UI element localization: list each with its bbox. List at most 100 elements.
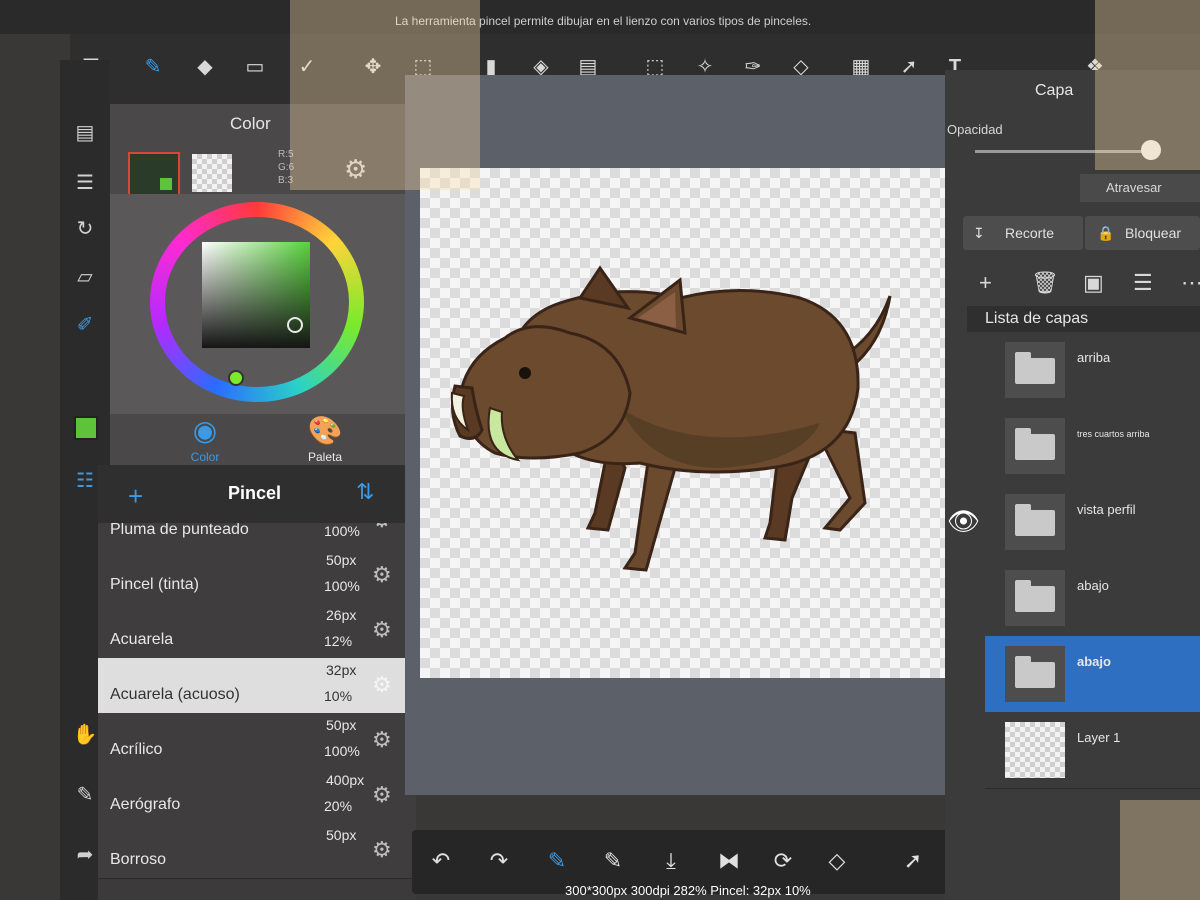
brush-opacity: 12% (324, 633, 353, 649)
list-icon[interactable]: ☷ (72, 468, 98, 494)
eyedropper-icon[interactable]: ✎ (598, 846, 628, 876)
layer-row[interactable]: arriba (985, 332, 1200, 409)
layer-name: abajo (1077, 654, 1111, 669)
add-layer-icon[interactable]: + (979, 270, 992, 296)
layer-thumbnail (1005, 418, 1065, 474)
layer-row-selected[interactable]: abajo (985, 636, 1200, 713)
brush-icon[interactable]: ✎ (140, 54, 166, 80)
brush-item[interactable]: 50px Pincel (tinta) 100% ⚙ (98, 548, 416, 604)
add-brush-icon[interactable]: + (128, 481, 143, 512)
rectangle-icon[interactable]: ▭ (242, 54, 268, 80)
eye-icon[interactable]: 👁 (947, 506, 980, 537)
gear-icon[interactable]: ⚙ (372, 837, 392, 863)
flip-icon[interactable]: ⧓ (714, 846, 744, 876)
layer-name: vista perfil (1077, 502, 1136, 517)
brush-opacity: 100% (324, 743, 360, 759)
layer-thumbnail (1005, 570, 1065, 626)
clipping-button[interactable]: ↧ Recorte (963, 216, 1083, 250)
brush-opacity: 100% (324, 578, 360, 594)
layer-copy-icon[interactable]: ▣ (1083, 270, 1104, 296)
blend-mode-select[interactable]: Atravesar (1080, 174, 1200, 202)
more-icon[interactable]: ⋯ (1181, 270, 1200, 296)
brush-opacity: 20% (324, 798, 353, 814)
undo-icon[interactable]: ↶ (426, 846, 456, 876)
drawing-canvas[interactable] (420, 168, 960, 678)
layer-thumbnail (1005, 494, 1065, 550)
color-swatch-icon[interactable] (74, 416, 98, 440)
layer-name: arriba (1077, 350, 1111, 365)
layer-panel-title: Capa (1035, 82, 1074, 99)
save-icon[interactable]: ⤓ (656, 846, 686, 876)
brush-name: Borroso (110, 851, 167, 868)
status-text: 300*300px 300dpi 282% Pincel: 32px 10% (565, 883, 811, 898)
brush-name: Pincel (tinta) (110, 576, 199, 593)
folder-icon (1015, 504, 1055, 536)
brush-size: 400px (326, 772, 365, 788)
folder-icon (1015, 428, 1055, 460)
sort-icon[interactable]: ⇅ (356, 479, 374, 505)
color-tab-icon: ◉ (192, 415, 218, 446)
gear-icon[interactable]: ⚙ (372, 672, 392, 698)
hand-icon[interactable]: ✋ (72, 722, 98, 748)
layer-row[interactable]: Layer 1 (985, 712, 1200, 789)
layer-row[interactable]: abajo (985, 560, 1200, 637)
palette-icon: 🎨 (307, 415, 343, 446)
brush-item-selected[interactable]: 32px Acuarela (acuoso) 10% ⚙ (98, 658, 416, 714)
gear-icon[interactable]: ⚙ (372, 562, 392, 588)
gear-icon[interactable]: ⚙ (372, 782, 392, 808)
brush-name: Acuarela (acuoso) (110, 686, 240, 703)
redo-icon[interactable]: ↷ (484, 846, 514, 876)
lock-button[interactable]: 🔒 Bloquear (1085, 216, 1200, 250)
gallery-icon[interactable]: ▤ (72, 120, 98, 146)
photo-glare (1095, 0, 1200, 170)
folder-icon (1015, 656, 1055, 688)
brush-name: Acrílico (110, 741, 163, 758)
color-picker-area (110, 194, 405, 414)
hint-bar: La herramienta pincel permite dibujar en… (0, 0, 1200, 34)
lock-label: Bloquear (1125, 225, 1182, 241)
pen-icon[interactable]: ✐ (72, 312, 98, 338)
brush-mode-icon[interactable]: ✎ (542, 846, 572, 876)
clip-label: Recorte (1005, 225, 1055, 241)
brush-item[interactable]: 26px Acuarela 12% ⚙ (98, 603, 416, 659)
main-color-swatch[interactable] (128, 152, 180, 198)
gear-icon[interactable]: ⚙ (372, 617, 392, 643)
boar-illustration (450, 265, 892, 572)
brush-size: 50px (326, 552, 357, 568)
sub-color-swatch[interactable] (192, 154, 232, 192)
layer-list-title: Lista de capas (985, 310, 1089, 327)
redo-icon[interactable]: ➦ (72, 842, 98, 868)
tab-color-label: Color (190, 450, 220, 464)
folder-icon (1015, 580, 1055, 612)
brush-item[interactable]: 50px Borroso ⚙ (98, 823, 416, 879)
hue-knob[interactable] (228, 370, 244, 386)
lock-icon: 🔒 (1097, 225, 1115, 241)
share-icon[interactable]: ➚ (898, 846, 928, 876)
gear-icon[interactable]: ⚙ (372, 727, 392, 753)
brush-item[interactable]: 400px Aerógrafo 20% ⚙ (98, 768, 416, 824)
brush-list: Pluma de punteado 100% ⚙ 50px Pincel (ti… (98, 523, 416, 900)
eyedropper-icon[interactable]: ✎ (72, 782, 98, 808)
trash-icon[interactable]: 🗑 (1031, 270, 1059, 296)
brush-name: Acuarela (110, 631, 174, 648)
brush-item[interactable]: Pluma de punteado 100% ⚙ (98, 523, 416, 549)
layer-row[interactable]: 👁 vista perfil (947, 484, 1200, 561)
ruler-icon[interactable]: ▱ (72, 264, 98, 290)
brush-name: Aerógrafo (110, 796, 181, 813)
layer-name: Layer 1 (1077, 730, 1121, 745)
layer-thumbnail (1005, 722, 1065, 778)
brush-item[interactable]: 50px Acrílico 100% ⚙ (98, 713, 416, 769)
rotate-canvas-icon[interactable]: ⟳ (768, 846, 798, 876)
brush-opacity: 10% (324, 688, 353, 704)
brush-name: Pluma de punteado (110, 523, 249, 538)
layer-row[interactable]: tres cuartos arriba (985, 408, 1200, 485)
eraser-mode-icon[interactable]: ◇ (822, 846, 852, 876)
brush-panel-header: + Pincel ⇅ (98, 465, 408, 523)
photo-glare (290, 0, 480, 190)
layer-menu-icon[interactable]: ☰ (1133, 270, 1153, 296)
sv-knob[interactable] (287, 317, 303, 333)
gear-icon[interactable]: ⚙ (372, 523, 392, 533)
rotate-icon[interactable]: ↻ (72, 216, 98, 242)
eraser-icon[interactable]: ◆ (192, 54, 218, 80)
layers-panel-icon[interactable]: ☰ (72, 170, 98, 196)
